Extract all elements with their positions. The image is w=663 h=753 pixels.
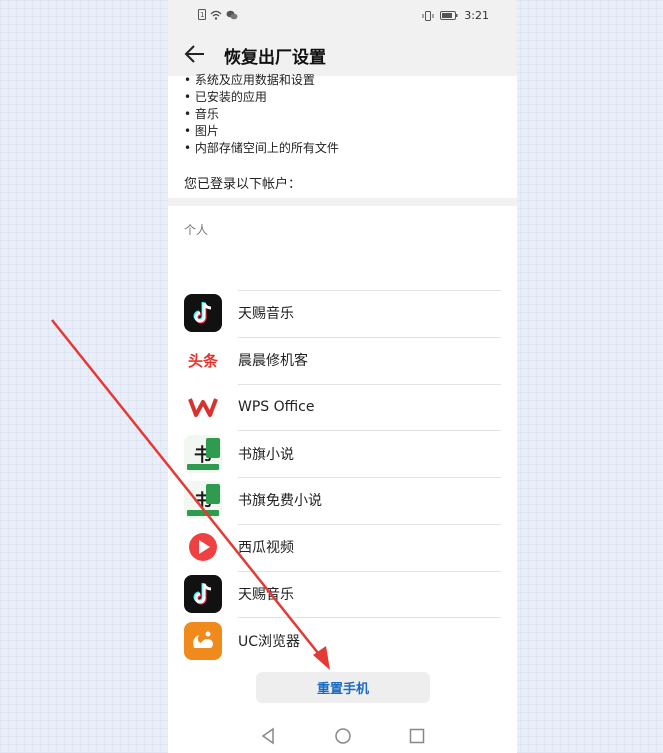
sim-icon: 1 — [198, 9, 206, 20]
row-divider — [238, 523, 501, 525]
row-divider — [238, 383, 501, 385]
account-name: 晨晨修机客 — [238, 353, 308, 370]
status-icons-right: 3:21 — [422, 9, 489, 22]
reset-phone-button[interactable]: 重置手机 — [256, 672, 430, 703]
account-name: WPS Office — [238, 398, 315, 415]
account-name: 书旗免费小说 — [238, 493, 322, 510]
account-item-chenchen[interactable]: 头条 晨晨修机客 — [168, 336, 517, 384]
row-divider — [238, 617, 501, 619]
page-title: 恢复出厂设置 — [224, 48, 326, 68]
recents-square-icon[interactable] — [408, 727, 426, 745]
account-name: 西瓜视频 — [238, 540, 294, 557]
battery-icon — [440, 11, 458, 20]
back-arrow-icon[interactable] — [184, 44, 206, 64]
account-group-label: 个人 — [184, 223, 209, 237]
shuqi-free-icon: 书 — [184, 481, 222, 520]
account-name: 书旗小说 — [238, 446, 294, 463]
erase-list-item: 已安装的应用 — [184, 89, 501, 106]
vibrate-icon — [422, 10, 434, 21]
svg-text:1: 1 — [200, 11, 204, 19]
phone-screen: 1 3:21 恢复出厂设置 系统及应用数据和设置 已安装的应用 音乐 图片 内部… — [168, 0, 517, 753]
section-divider — [168, 198, 517, 206]
uc-browser-icon — [184, 621, 222, 660]
erase-list-item: 图片 — [184, 123, 501, 140]
tiktok-icon — [184, 294, 222, 333]
status-icons-left: 1 — [198, 9, 238, 20]
account-item-shuqi[interactable]: 书 书旗小说 — [168, 430, 517, 477]
status-bar: 1 3:21 — [168, 0, 517, 32]
account-item-wps[interactable]: WPS Office — [168, 383, 517, 431]
tiktok-icon — [184, 574, 222, 613]
accounts-title: 您已登录以下帐户： — [184, 177, 302, 192]
erase-list-item: 系统及应用数据和设置 — [184, 72, 501, 89]
account-item-xigua[interactable]: 西瓜视频 — [168, 523, 517, 571]
toutiao-logo-text: 头条 — [187, 351, 218, 370]
row-divider — [238, 430, 501, 432]
account-item-tianci-music[interactable]: 天赐音乐 — [168, 290, 517, 337]
system-nav-bar — [168, 718, 517, 753]
account-list: 天赐音乐 头条 晨晨修机客 WPS Office 书 书旗小说 书 书旗免费小说… — [168, 290, 517, 664]
back-triangle-icon[interactable] — [260, 727, 278, 745]
row-divider — [238, 336, 501, 338]
erase-description: 系统及应用数据和设置 已安装的应用 音乐 图片 内部存储空间上的所有文件 — [168, 73, 517, 157]
row-divider — [238, 290, 501, 291]
account-item-uc-browser[interactable]: UC浏览器 — [168, 617, 517, 664]
home-circle-icon[interactable] — [334, 727, 352, 745]
app-header: 恢复出厂设置 — [168, 32, 517, 76]
wechat-icon — [226, 10, 238, 19]
status-time: 3:21 — [464, 9, 489, 22]
row-divider — [238, 477, 501, 478]
row-divider — [238, 570, 501, 572]
account-item-shuqi-free[interactable]: 书 书旗免费小说 — [168, 477, 517, 524]
erase-list-item: 内部存储空间上的所有文件 — [184, 140, 501, 157]
wifi-icon — [210, 10, 222, 20]
account-item-tianci-music-2[interactable]: 天赐音乐 — [168, 570, 517, 618]
xigua-icon — [184, 528, 222, 567]
account-name: 天赐音乐 — [238, 586, 294, 603]
account-name: 天赐音乐 — [238, 306, 294, 323]
account-name: UC浏览器 — [238, 633, 301, 650]
wps-icon — [184, 387, 222, 426]
erase-list: 系统及应用数据和设置 已安装的应用 音乐 图片 内部存储空间上的所有文件 — [168, 72, 517, 157]
erase-list-item: 音乐 — [184, 106, 501, 123]
toutiao-icon: 头条 — [184, 341, 222, 380]
shuqi-icon: 书 — [184, 434, 222, 473]
